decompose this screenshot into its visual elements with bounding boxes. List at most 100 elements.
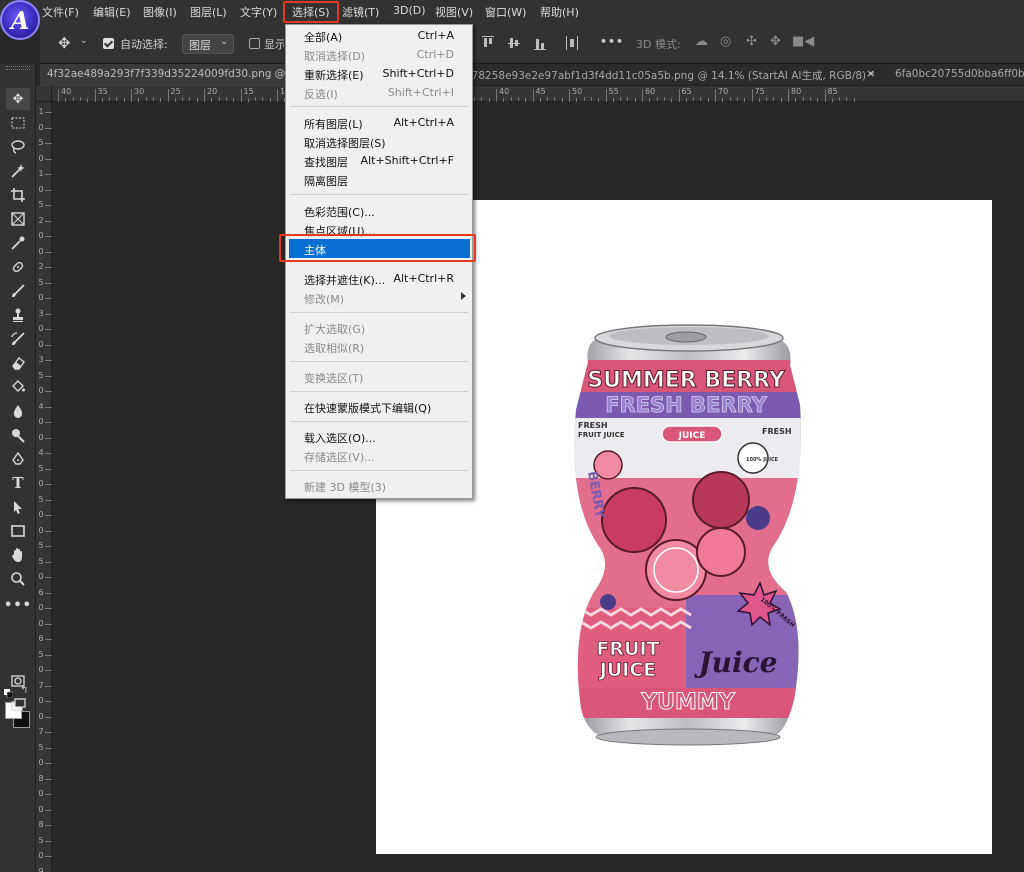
align-vertical-center-icon[interactable] — [508, 36, 520, 50]
menu-item-select-all[interactable]: 全部(A) Ctrl+A — [286, 26, 472, 45]
app-logo[interactable]: A — [0, 0, 40, 40]
menu-item-reselect[interactable]: 重新选择(E) Shift+Ctrl+D — [286, 64, 472, 83]
menu-item-load-selection[interactable]: 载入选区(O)... — [286, 427, 472, 446]
3d-scale-icon[interactable]: ■◀ — [792, 34, 814, 49]
horizontal-ruler[interactable]: 4035302520151015202530354045505560657075… — [52, 86, 1024, 102]
document-tab-1[interactable]: 4f32ae489a293f7f339d35224009fd30.png @ 2 — [40, 64, 300, 86]
menu-item-find-layers[interactable]: 查找图层 Alt+Shift+Ctrl+F — [286, 151, 472, 170]
lasso-tool-icon[interactable] — [6, 136, 30, 158]
menu-item-new-3d-model[interactable]: 新建 3D 模型(3) — [286, 476, 472, 495]
chevron-down-icon[interactable]: ⌄ — [80, 36, 88, 46]
ruler-minor-tick — [45, 158, 52, 160]
ruler-minor-tick — [802, 97, 804, 101]
menu-item-deselect[interactable]: 取消选择(D) Ctrl+D — [286, 45, 472, 64]
document-tab-bar: 4f32ae489a293f7f339d35224009fd30.png @ 2… — [40, 64, 1024, 86]
magic-wand-tool-icon[interactable] — [6, 160, 30, 182]
ruler-label: 2 — [38, 262, 44, 271]
pen-tool-icon[interactable] — [6, 448, 30, 470]
vertical-ruler[interactable]: 1050105200250300350400450500550600650700… — [36, 102, 52, 872]
menu-item-similar[interactable]: 选取相似(R) — [286, 337, 472, 356]
ruler-major-tick — [715, 89, 716, 102]
ruler-label: 0 — [38, 417, 44, 426]
menu-file[interactable]: 文件(F) — [42, 4, 79, 20]
align-top-icon[interactable] — [482, 36, 494, 50]
ruler-label: 1 — [38, 169, 44, 178]
eyedropper-tool-icon[interactable] — [6, 232, 30, 254]
menu-item-isolate-layers[interactable]: 隔离图层 — [286, 170, 472, 189]
menu-item-transform-selection[interactable]: 变换选区(T) — [286, 367, 472, 386]
show-transform-checkbox[interactable] — [249, 38, 260, 49]
3d-pan-icon[interactable]: ✣ — [746, 34, 757, 49]
ruler-minor-tick — [598, 98, 600, 102]
menu-item-grow[interactable]: 扩大选取(G) — [286, 318, 472, 337]
menu-3d[interactable]: 3D(D) — [393, 4, 426, 17]
menu-item-modify[interactable]: 修改(M) — [286, 288, 472, 307]
blur-tool-icon[interactable] — [6, 400, 30, 422]
menu-item-deselect-layers[interactable]: 取消选择图层(S) — [286, 132, 472, 151]
ruler-minor-tick — [561, 98, 563, 102]
healing-brush-tool-icon[interactable] — [6, 256, 30, 278]
menu-item-all-layers[interactable]: 所有图层(L) Alt+Ctrl+A — [286, 113, 472, 132]
menu-view[interactable]: 视图(V) — [435, 4, 473, 20]
panel-grip[interactable] — [6, 66, 30, 70]
more-tools-icon[interactable]: ••• — [4, 594, 31, 616]
move-tool-icon[interactable]: ✥ — [6, 88, 30, 110]
ruler-label: 25 — [170, 87, 181, 96]
more-options-icon[interactable]: ••• — [600, 35, 624, 48]
screen-mode-icon[interactable] — [6, 694, 30, 716]
path-selection-tool-icon[interactable] — [6, 496, 30, 518]
menu-item-shortcut: Shift+Ctrl+D — [382, 67, 454, 80]
auto-select-target-dropdown[interactable]: 图层 ⌄ — [182, 34, 234, 54]
history-brush-tool-icon[interactable] — [6, 328, 30, 350]
zoom-tool-icon[interactable] — [6, 568, 30, 590]
distribute-icon[interactable] — [566, 36, 578, 50]
ruler-minor-tick — [744, 98, 746, 102]
crop-tool-icon[interactable] — [6, 184, 30, 206]
3d-roll-icon[interactable]: ◎ — [720, 34, 731, 49]
ruler-minor-tick — [481, 97, 483, 101]
menu-edit[interactable]: 编辑(E) — [93, 4, 131, 20]
menu-item-save-selection[interactable]: 存储选区(V)... — [286, 446, 472, 465]
ruler-minor-tick — [45, 375, 52, 377]
menu-separator — [290, 194, 468, 195]
move-tool-icon[interactable]: ✥ — [58, 34, 71, 52]
ruler-minor-tick — [211, 98, 213, 102]
menu-image[interactable]: 图像(I) — [143, 4, 177, 20]
menu-filter[interactable]: 滤镜(T) — [342, 4, 379, 20]
document-tab-2[interactable]: 478258e93e2e97abf1d3f4dd11c05a5b.png @ 1… — [465, 64, 885, 86]
menu-item-quick-mask[interactable]: 在快速蒙版模式下编辑(Q) — [286, 397, 472, 416]
auto-select-checkbox[interactable] — [103, 38, 114, 49]
rectangle-tool-icon[interactable] — [6, 520, 30, 542]
frame-tool-icon[interactable] — [6, 208, 30, 230]
menu-item-inverse[interactable]: 反选(I) Shift+Ctrl+I — [286, 83, 472, 102]
align-bottom-icon[interactable] — [534, 36, 546, 50]
ruler-minor-tick — [780, 98, 782, 102]
menu-type[interactable]: 文字(Y) — [240, 4, 277, 20]
ruler-label: 5 — [38, 138, 44, 147]
menu-window[interactable]: 窗口(W) — [485, 4, 526, 20]
paint-bucket-tool-icon[interactable] — [6, 376, 30, 398]
quick-mask-icon[interactable] — [6, 670, 30, 692]
menu-help[interactable]: 帮助(H) — [540, 4, 579, 20]
can-text-fruit: FRUIT — [596, 638, 659, 660]
document-tab-3[interactable]: 6fa0bc20755d0bba6ff0b4 — [895, 64, 1024, 86]
brush-tool-icon[interactable] — [6, 280, 30, 302]
ruler-minor-tick — [45, 530, 52, 532]
type-tool-icon[interactable]: T — [6, 472, 30, 494]
ruler-minor-tick — [525, 98, 527, 102]
close-tab-icon[interactable]: × — [866, 67, 875, 80]
menu-item-select-and-mask[interactable]: 选择并遮住(K)... Alt+Ctrl+R — [286, 269, 472, 288]
ruler-label: 0 — [38, 479, 44, 488]
eraser-tool-icon[interactable] — [6, 352, 30, 374]
menu-layer[interactable]: 图层(L) — [190, 4, 227, 20]
ruler-minor-tick — [503, 98, 505, 102]
hand-tool-icon[interactable] — [6, 544, 30, 566]
dodge-tool-icon[interactable] — [6, 424, 30, 446]
marquee-tool-icon[interactable] — [6, 112, 30, 134]
menu-item-color-range[interactable]: 色彩范围(C)... — [286, 201, 472, 220]
clone-stamp-tool-icon[interactable] — [6, 304, 30, 326]
3d-slide-icon[interactable]: ✥ — [770, 34, 781, 49]
ruler-minor-tick — [45, 205, 52, 206]
ruler-label: 60 — [645, 87, 656, 96]
3d-orbit-icon[interactable]: ☁ — [695, 34, 708, 49]
